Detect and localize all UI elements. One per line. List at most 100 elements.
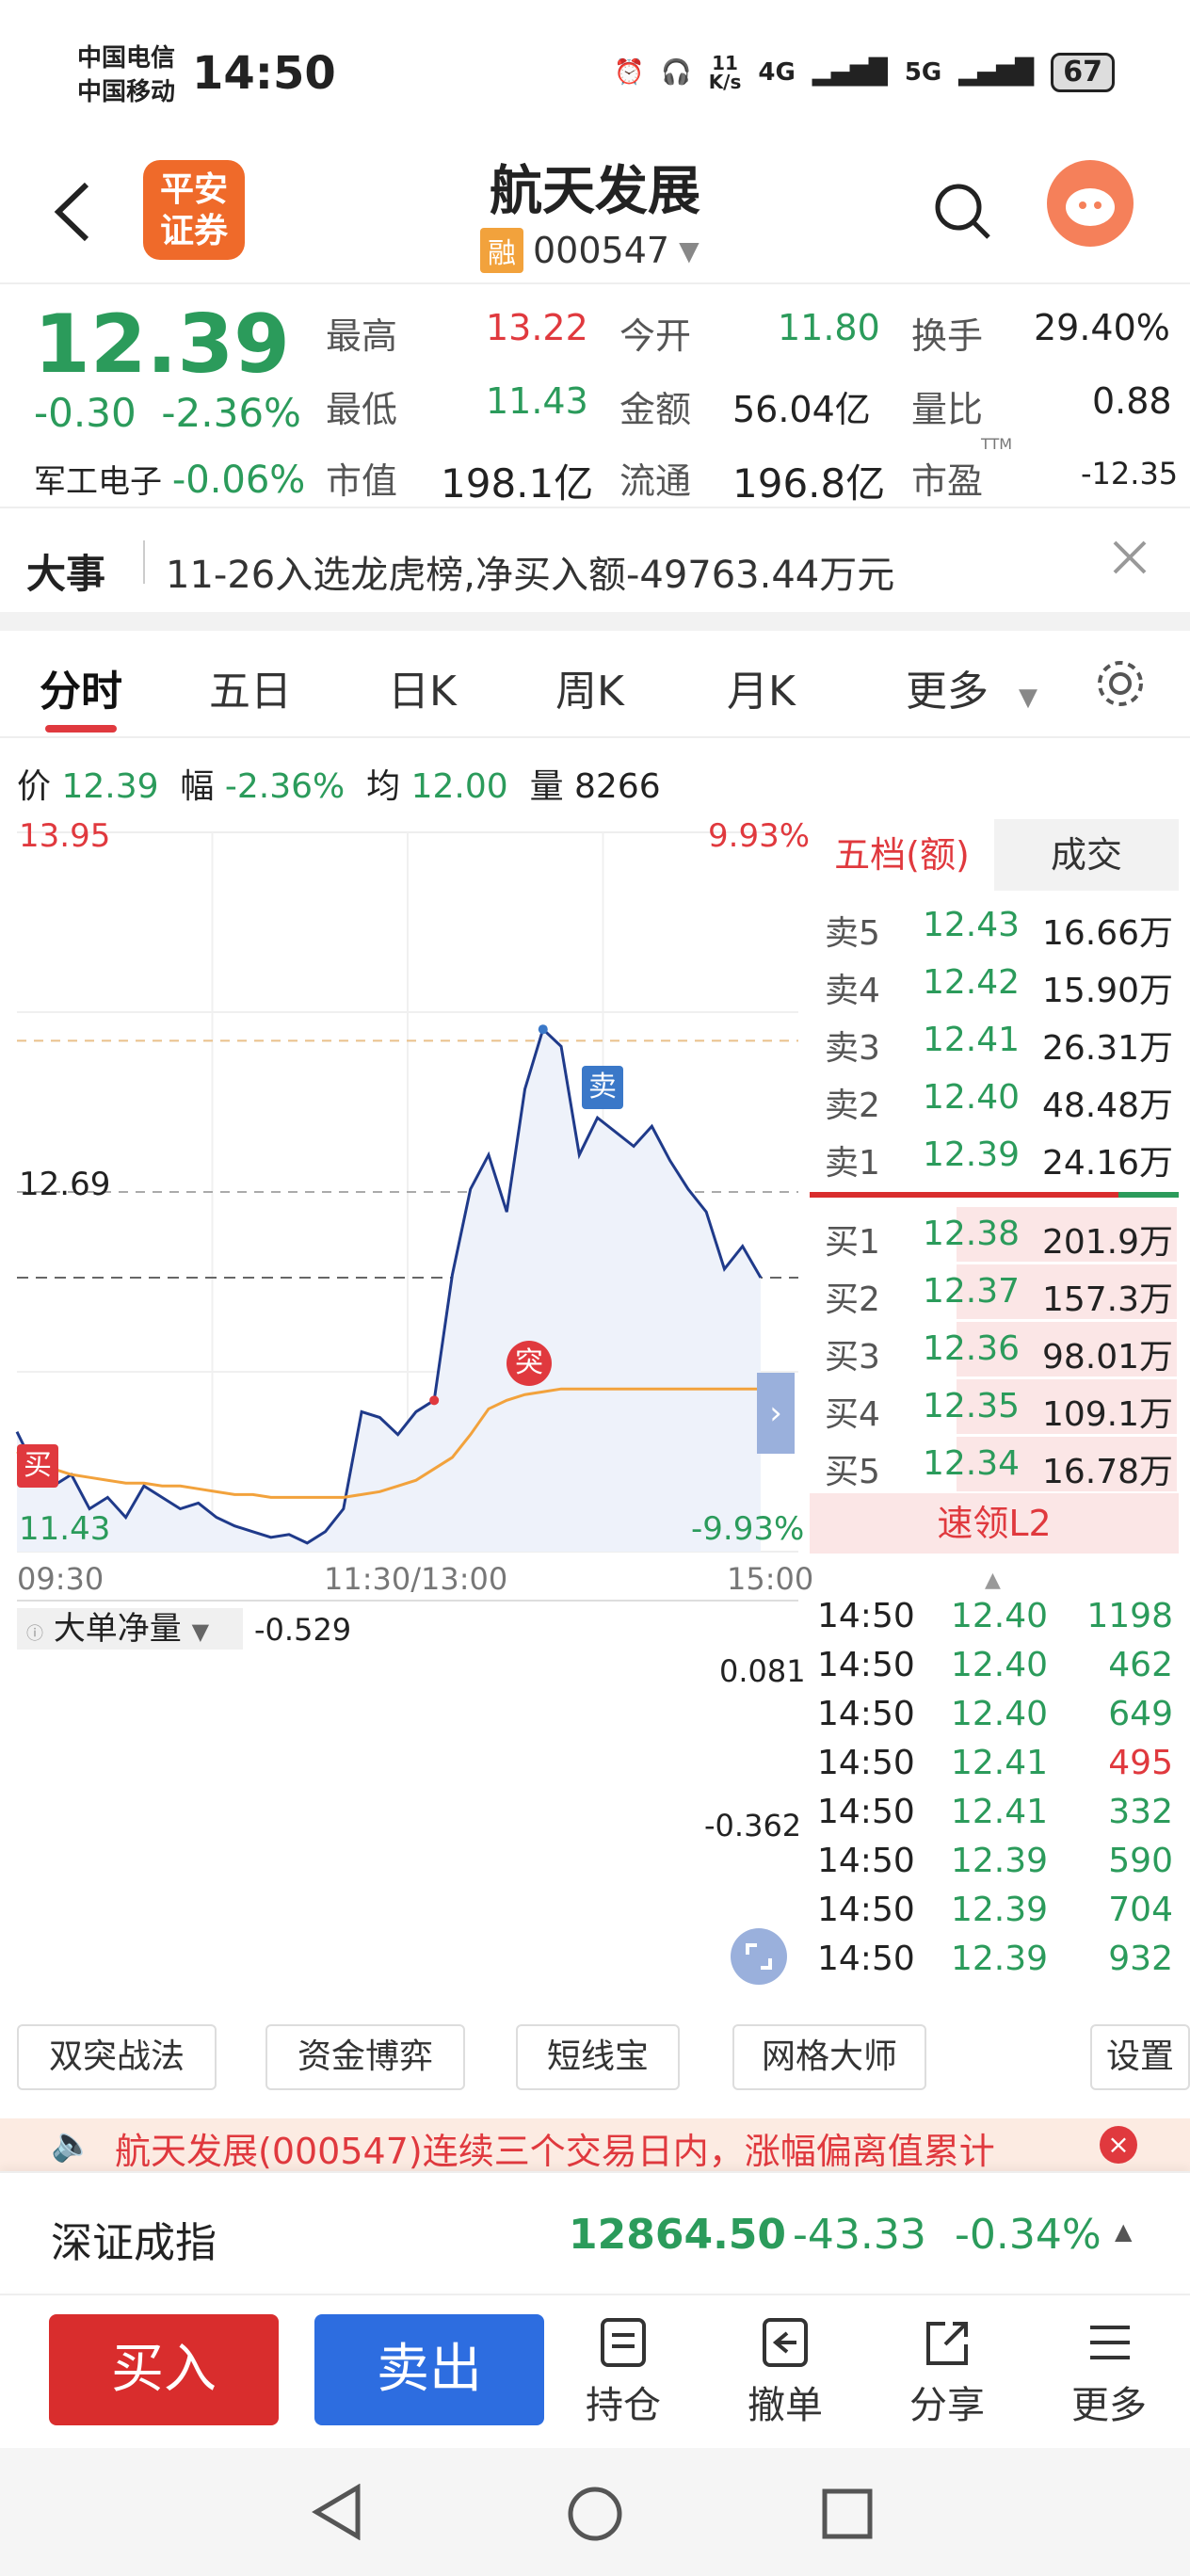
bid-row[interactable]: 买2 12.37 157.3万 bbox=[810, 1264, 1177, 1319]
buy-button[interactable]: 买入 bbox=[49, 2314, 279, 2425]
level-price: 12.40 bbox=[923, 1078, 1021, 1117]
ask-row[interactable]: 卖2 12.40 48.48万 bbox=[810, 1071, 1177, 1125]
search-icon bbox=[935, 184, 990, 239]
trade-volume: 462 bbox=[1108, 1646, 1173, 1684]
sector-info[interactable]: 军工电子 -0.06% bbox=[34, 456, 305, 502]
ask-row[interactable]: 卖4 12.42 15.90万 bbox=[810, 956, 1177, 1010]
more-button[interactable]: 更多 bbox=[1053, 2316, 1166, 2429]
tool-fund-game[interactable]: 资金博弈 bbox=[265, 2024, 465, 2090]
collapse-up-icon[interactable]: ▲ bbox=[985, 1569, 1001, 1592]
trade-volume: 1198 bbox=[1086, 1597, 1173, 1635]
trade-price: 12.39 bbox=[951, 1940, 1049, 1978]
close-icon bbox=[1113, 540, 1147, 574]
indicator-value: -0.529 bbox=[254, 1612, 352, 1648]
sell-signal-marker[interactable]: 卖 bbox=[582, 1066, 623, 1109]
price-change: -0.30 -2.36% bbox=[34, 390, 301, 436]
index-value: 12864.50 bbox=[569, 2211, 787, 2259]
speaker-icon: 🔈 bbox=[51, 2125, 93, 2164]
tool-settings[interactable]: 设置 bbox=[1090, 2024, 1190, 2090]
expand-panel-button[interactable]: › bbox=[757, 1373, 795, 1454]
nav-recents-icon[interactable] bbox=[819, 2486, 876, 2542]
stock-code: 000547 bbox=[533, 230, 670, 271]
assistant-avatar[interactable] bbox=[1047, 160, 1134, 247]
trade-price: 12.40 bbox=[951, 1695, 1049, 1733]
label-market-cap: 市值 bbox=[326, 460, 398, 502]
alarm-icon: ⏰ bbox=[613, 58, 645, 87]
level-label: 买1 bbox=[825, 1223, 880, 1262]
tab-more[interactable]: 更多 ▼ bbox=[906, 657, 1037, 717]
order-book-panel: 五档(额) 成交 卖5 12.43 16.66万 卖4 12.42 15.90万 卖3 12.… bbox=[810, 819, 1190, 1978]
x-end-label: 15:00 bbox=[727, 1561, 814, 1597]
intraday-chart-area[interactable]: 13.95 9.93% 12.69 11.43 -9.93% 09:30 11:… bbox=[0, 812, 814, 1993]
trade-row: 14:50 12.39 590 bbox=[810, 1842, 1177, 1889]
tab-five-day[interactable]: 五日 bbox=[209, 657, 292, 717]
tab-weekly-k[interactable]: 周K bbox=[555, 657, 624, 717]
caret-down-icon: ▼ bbox=[1019, 684, 1037, 712]
quote-panel: 12.39 -0.30 -2.36% 军工电子 -0.06% 最高 13.22 … bbox=[0, 282, 1190, 507]
tab-orderbook[interactable]: 五档(额) bbox=[810, 819, 994, 891]
tab-trades[interactable]: 成交 bbox=[994, 819, 1179, 891]
level-amount: 201.9万 bbox=[1041, 1223, 1173, 1262]
alert-banner[interactable]: 🔈 航天发展(000547)连续三个交易日内，涨幅偏离值累计 × bbox=[0, 2118, 1190, 2171]
signal-dot bbox=[429, 1395, 440, 1406]
menu-icon bbox=[1090, 2326, 1130, 2359]
stock-code-selector[interactable]: 融 000547 ▼ bbox=[480, 228, 700, 273]
value-float-cap: 196.8亿 bbox=[732, 460, 886, 507]
tool-grid-master[interactable]: 网格大师 bbox=[732, 2024, 926, 2090]
trade-volume: 590 bbox=[1108, 1842, 1173, 1880]
tool-double-break[interactable]: 双突战法 bbox=[17, 2024, 217, 2090]
bid-row[interactable]: 买4 12.35 109.1万 bbox=[810, 1379, 1177, 1434]
l2-upgrade-button[interactable]: 速领L2 bbox=[810, 1493, 1179, 1554]
ask-row[interactable]: 卖3 12.41 26.31万 bbox=[810, 1013, 1177, 1068]
bid-row[interactable]: 买3 12.36 98.01万 bbox=[810, 1322, 1177, 1377]
tab-intraday[interactable]: 分时 bbox=[40, 657, 122, 717]
bid-row[interactable]: 买5 12.34 16.78万 bbox=[810, 1437, 1177, 1491]
ask-row[interactable]: 卖1 12.39 24.16万 bbox=[810, 1128, 1177, 1183]
label-low: 最低 bbox=[326, 389, 398, 430]
alert-close-icon[interactable]: × bbox=[1100, 2126, 1137, 2164]
level-price: 12.34 bbox=[923, 1444, 1021, 1483]
spread-divider-green bbox=[1118, 1192, 1179, 1198]
tab-active-indicator bbox=[45, 725, 117, 733]
fullscreen-button[interactable] bbox=[731, 1928, 787, 1985]
value-open: 11.80 bbox=[778, 307, 880, 348]
caret-up-icon[interactable]: ▲ bbox=[1115, 2218, 1132, 2245]
news-banner[interactable]: 大事 11-26入选龙虎榜,净买入额-49763.44万元 bbox=[0, 507, 1190, 631]
label-open: 今开 bbox=[619, 315, 692, 357]
pct-max-label: 9.93% bbox=[708, 817, 811, 855]
share-button[interactable]: 分享 bbox=[891, 2316, 1004, 2429]
buy-signal-marker[interactable]: 买 bbox=[17, 1444, 58, 1488]
level-label: 卖4 bbox=[825, 972, 880, 1010]
close-button[interactable] bbox=[1109, 537, 1150, 578]
trade-time: 14:50 bbox=[817, 1842, 915, 1880]
position-button[interactable]: 持仓 bbox=[567, 2316, 680, 2429]
nav-home-icon[interactable] bbox=[565, 2484, 625, 2544]
current-price: 12.39 bbox=[34, 298, 291, 392]
value-pe: -12.35 bbox=[1081, 456, 1179, 491]
flow-mid-label: -0.362 bbox=[704, 1808, 802, 1843]
search-button[interactable] bbox=[932, 181, 992, 241]
crosshair-info: 价 12.39 幅 -2.36% 均 12.00 量 8266 bbox=[17, 767, 661, 806]
intraday-chart[interactable] bbox=[0, 812, 810, 1993]
sell-button[interactable]: 卖出 bbox=[314, 2314, 544, 2425]
tool-short-term[interactable]: 短线宝 bbox=[516, 2024, 680, 2090]
tool-bar: 双突战法 资金博弈 短线宝 网格大师 设置 bbox=[0, 2024, 1190, 2100]
signal-4g: 4G bbox=[758, 58, 796, 87]
indicator-selector[interactable]: ⓘ 大单净量 ▼ bbox=[17, 1608, 243, 1650]
ask-row[interactable]: 卖5 12.43 16.66万 bbox=[810, 898, 1177, 953]
settings-button[interactable] bbox=[1094, 657, 1147, 710]
nav-back-icon[interactable] bbox=[309, 2484, 365, 2540]
stock-name: 航天发展 bbox=[490, 161, 700, 222]
breakout-signal-marker[interactable]: 突 bbox=[507, 1341, 552, 1386]
level-amount: 15.90万 bbox=[1041, 972, 1173, 1010]
tab-monthly-k[interactable]: 月K bbox=[727, 657, 796, 717]
trade-row: 14:50 12.40 649 bbox=[810, 1695, 1177, 1742]
tab-daily-k[interactable]: 日K bbox=[388, 657, 457, 717]
cancel-order-button[interactable]: 撤单 bbox=[729, 2316, 842, 2429]
label-turnover: 换手 bbox=[911, 315, 984, 357]
index-ticker[interactable]: 深证成指 12864.50 -43.33 -0.34% ▲ bbox=[0, 2171, 1190, 2292]
bid-row[interactable]: 买1 12.38 201.9万 bbox=[810, 1207, 1177, 1262]
trade-price: 12.41 bbox=[951, 1744, 1049, 1782]
trade-time: 14:50 bbox=[817, 1891, 915, 1929]
index-change: -43.33 bbox=[793, 2211, 926, 2259]
